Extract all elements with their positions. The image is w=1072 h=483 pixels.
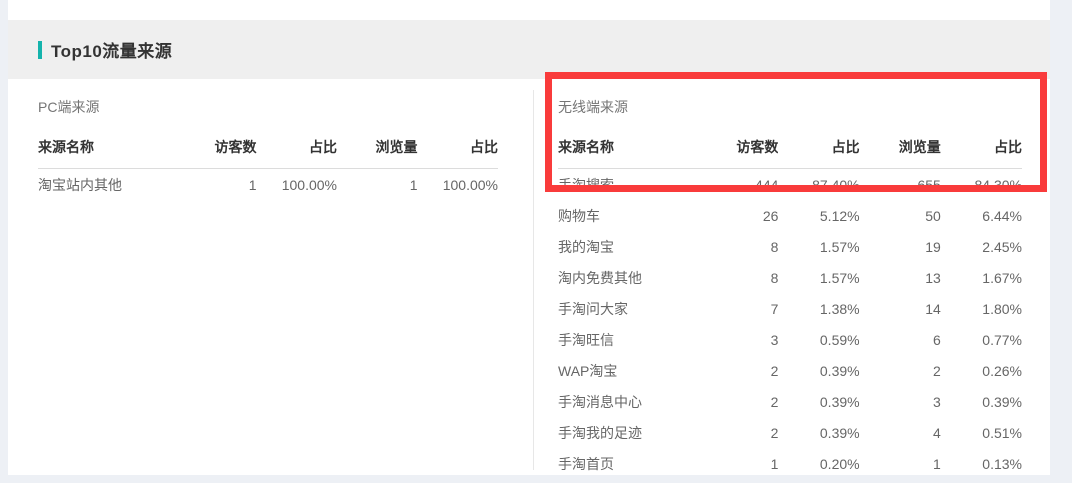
cell-visitor-share: 0.39% <box>778 394 859 410</box>
cell-pageviews: 13 <box>860 270 941 286</box>
cell-pageviews: 1 <box>860 456 941 472</box>
section-header-band: Top10流量来源 <box>8 20 1050 79</box>
cell-visitors: 26 <box>697 208 778 224</box>
cell-pageview-share: 1.80% <box>941 301 1022 317</box>
cell-pageview-share: 84.30% <box>941 177 1022 193</box>
cell-source-name: 我的淘宝 <box>558 237 697 257</box>
cell-source-name: 淘内免费其他 <box>558 268 697 288</box>
column-header-source: 来源名称 <box>38 137 176 157</box>
cell-visitors: 8 <box>697 239 778 255</box>
cell-pageviews: 4 <box>860 425 941 441</box>
cell-visitors: 2 <box>697 425 778 441</box>
cell-pageview-share: 1.67% <box>941 270 1022 286</box>
cell-source-name: 手淘消息中心 <box>558 392 697 412</box>
pc-panel-title: PC端来源 <box>38 95 498 117</box>
cell-source-name: 手淘我的足迹 <box>558 423 697 443</box>
cell-source-name: 淘宝站内其他 <box>38 175 176 195</box>
cell-visitors: 1 <box>697 456 778 472</box>
table-row: 手淘首页 1 0.20% 1 0.13% <box>558 448 1022 479</box>
cell-visitors: 2 <box>697 363 778 379</box>
cell-visitors: 7 <box>697 301 778 317</box>
cell-visitors: 8 <box>697 270 778 286</box>
table-row: 淘宝站内其他 1 100.00% 1 100.00% <box>38 169 498 200</box>
cell-pageview-share: 0.51% <box>941 425 1022 441</box>
cell-pageview-share: 0.77% <box>941 332 1022 348</box>
cell-visitors: 3 <box>697 332 778 348</box>
table-row: 手淘搜索 444 87.40% 655 84.30% <box>558 169 1022 200</box>
cell-pageview-share: 0.39% <box>941 394 1022 410</box>
column-header-pageview-share: 占比 <box>941 137 1022 157</box>
cell-pageview-share: 6.44% <box>941 208 1022 224</box>
table-row: 淘内免费其他 8 1.57% 13 1.67% <box>558 262 1022 293</box>
traffic-sources-card: Top10流量来源 PC端来源 来源名称 访客数 占比 浏览量 占比 淘宝站内其… <box>8 0 1050 475</box>
analytics-page: Top10流量来源 PC端来源 来源名称 访客数 占比 浏览量 占比 淘宝站内其… <box>0 0 1072 483</box>
table-row: 手淘问大家 7 1.38% 14 1.80% <box>558 293 1022 324</box>
cell-pageviews: 3 <box>860 394 941 410</box>
cell-pageview-share: 0.26% <box>941 363 1022 379</box>
cell-source-name: 购物车 <box>558 206 697 226</box>
cell-pageview-share: 100.00% <box>418 177 499 193</box>
column-header-pageviews: 浏览量 <box>860 137 941 157</box>
cell-pageview-share: 0.13% <box>941 456 1022 472</box>
wireless-table-body: 手淘搜索 444 87.40% 655 84.30% 购物车 26 5.12% … <box>558 169 1022 479</box>
cell-source-name: 手淘搜索 <box>558 175 697 195</box>
column-header-pageviews: 浏览量 <box>337 137 418 157</box>
column-header-visitors: 访客数 <box>176 137 257 157</box>
cell-visitor-share: 1.57% <box>778 270 859 286</box>
table-row: WAP淘宝 2 0.39% 2 0.26% <box>558 355 1022 386</box>
table-row: 购物车 26 5.12% 50 6.44% <box>558 200 1022 231</box>
cell-pageviews: 6 <box>860 332 941 348</box>
column-header-visitor-share: 占比 <box>257 137 338 157</box>
cell-source-name: 手淘首页 <box>558 454 697 474</box>
table-row: 手淘我的足迹 2 0.39% 4 0.51% <box>558 417 1022 448</box>
cell-source-name: WAP淘宝 <box>558 361 697 381</box>
cell-visitor-share: 5.12% <box>778 208 859 224</box>
cell-visitor-share: 0.59% <box>778 332 859 348</box>
cell-source-name: 手淘问大家 <box>558 299 697 319</box>
page-title: Top10流量来源 <box>51 37 172 62</box>
cell-pageviews: 655 <box>860 177 941 193</box>
cell-visitor-share: 0.39% <box>778 363 859 379</box>
accent-bar-icon <box>38 41 42 59</box>
cell-visitor-share: 87.40% <box>778 177 859 193</box>
table-row: 手淘旺信 3 0.59% 6 0.77% <box>558 324 1022 355</box>
column-header-pageview-share: 占比 <box>418 137 499 157</box>
cell-visitors: 2 <box>697 394 778 410</box>
pc-table-body: 淘宝站内其他 1 100.00% 1 100.00% <box>38 169 498 200</box>
column-header-visitors: 访客数 <box>697 137 778 157</box>
cell-pageviews: 1 <box>337 177 418 193</box>
cell-visitor-share: 0.20% <box>778 456 859 472</box>
cell-pageviews: 50 <box>860 208 941 224</box>
cell-pageviews: 19 <box>860 239 941 255</box>
cell-visitors: 1 <box>176 177 257 193</box>
wireless-sources-panel: 无线端来源 来源名称 访客数 占比 浏览量 占比 手淘搜索 444 87.40% <box>534 79 1050 475</box>
wireless-table-header-row: 来源名称 访客数 占比 浏览量 占比 <box>558 137 1022 169</box>
cell-visitors: 444 <box>697 177 778 193</box>
cell-visitor-share: 1.38% <box>778 301 859 317</box>
cell-visitor-share: 100.00% <box>257 177 338 193</box>
column-header-visitor-share: 占比 <box>778 137 859 157</box>
pc-table-header-row: 来源名称 访客数 占比 浏览量 占比 <box>38 137 498 169</box>
table-row: 我的淘宝 8 1.57% 19 2.45% <box>558 231 1022 262</box>
cell-pageviews: 14 <box>860 301 941 317</box>
tables-area: PC端来源 来源名称 访客数 占比 浏览量 占比 淘宝站内其他 1 100.00… <box>8 79 1050 475</box>
cell-pageviews: 2 <box>860 363 941 379</box>
cell-source-name: 手淘旺信 <box>558 330 697 350</box>
wireless-panel-title: 无线端来源 <box>558 95 1022 117</box>
cell-visitor-share: 0.39% <box>778 425 859 441</box>
cell-visitor-share: 1.57% <box>778 239 859 255</box>
cell-pageview-share: 2.45% <box>941 239 1022 255</box>
table-row: 手淘消息中心 2 0.39% 3 0.39% <box>558 386 1022 417</box>
pc-sources-panel: PC端来源 来源名称 访客数 占比 浏览量 占比 淘宝站内其他 1 100.00… <box>8 79 533 475</box>
column-header-source: 来源名称 <box>558 137 697 157</box>
